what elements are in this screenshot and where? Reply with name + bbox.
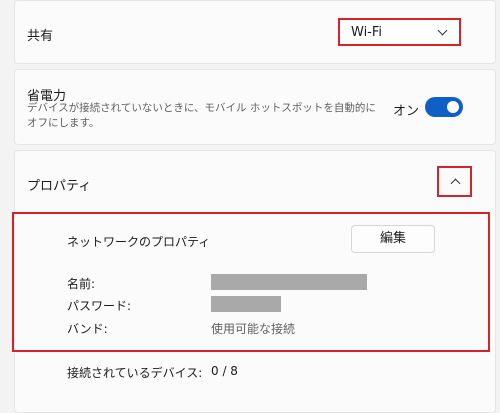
toggle-state-label: オン	[393, 104, 420, 119]
password-label: パスワード:	[67, 299, 132, 313]
connected-devices-value: 0 / 8	[211, 364, 238, 378]
toggle-knob	[447, 101, 459, 113]
network-properties-label: ネットワークのプロパティ	[67, 235, 211, 249]
chevron-down-icon	[437, 25, 448, 36]
redacted-password-value	[211, 296, 281, 312]
sharing-select-value: Wi-Fi	[351, 25, 383, 40]
collapse-properties-button[interactable]	[437, 166, 472, 197]
name-label: 名前:	[67, 277, 96, 291]
sharing-select[interactable]: Wi-Fi	[338, 18, 461, 46]
edit-button[interactable]: 編集	[351, 225, 435, 253]
chevron-up-icon	[450, 178, 461, 189]
band-label: バンド:	[67, 322, 108, 336]
power-saving-description: デバイスが接続されていないときに、モバイル ホットスポットを自動的にオフにします…	[27, 102, 376, 129]
band-value: 使用可能な接続	[211, 322, 296, 336]
connected-devices-label: 接続されているデバイス:	[67, 366, 203, 380]
properties-title: プロパティ	[27, 179, 92, 194]
redacted-name-value	[211, 274, 367, 290]
power-saving-toggle[interactable]	[425, 97, 463, 117]
sharing-label: 共有	[27, 29, 54, 44]
